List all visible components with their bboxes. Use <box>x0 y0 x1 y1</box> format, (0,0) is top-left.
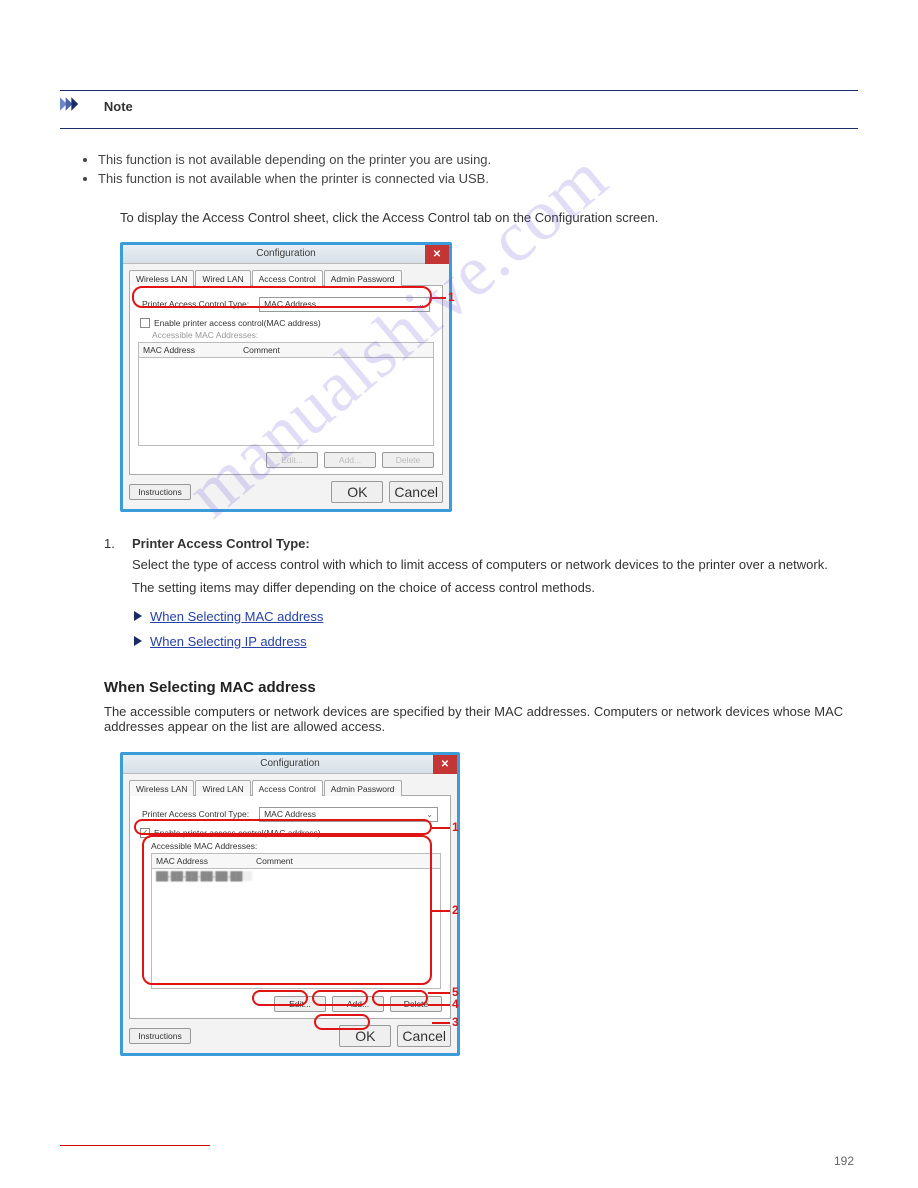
add-button[interactable]: Add... <box>324 452 376 468</box>
list-item[interactable]: ██-██-██-██-██-██ <box>156 871 252 881</box>
annotation-line-4 <box>428 1004 450 1006</box>
note-heading-bar: Note <box>60 90 858 129</box>
annotation-number-2: 2 <box>452 903 459 917</box>
type-value: MAC Address <box>264 809 316 819</box>
item-1-title: Printer Access Control Type: <box>132 536 310 551</box>
col-mac: MAC Address <box>156 856 256 866</box>
arrow-icon <box>134 636 142 646</box>
col-mac: MAC Address <box>143 345 243 355</box>
enable-checkbox[interactable] <box>140 318 150 328</box>
instructions-button[interactable]: Instructions <box>129 484 191 500</box>
annotation-line-2 <box>432 910 450 912</box>
item-1-desc: Select the type of access control with w… <box>132 557 858 572</box>
tab-access-control[interactable]: Access Control <box>252 270 323 286</box>
address-list[interactable]: ██-██-██-██-██-██ <box>151 869 441 989</box>
enable-label: Enable printer access control(MAC addres… <box>154 318 321 328</box>
delete-button[interactable]: Delete <box>382 452 434 468</box>
window-title: Configuration <box>260 758 319 769</box>
annotation-number-4: 4 <box>452 997 459 1011</box>
type-value: MAC Address <box>264 299 316 309</box>
tabs: Wireless LAN Wired LAN Access Control Ad… <box>129 270 443 286</box>
screenshot-access-control-1: Configuration ✕ Wireless LAN Wired LAN A… <box>120 242 452 512</box>
ok-button[interactable]: OK <box>331 481 383 503</box>
close-icon[interactable]: ✕ <box>433 755 457 774</box>
instructions-button[interactable]: Instructions <box>129 1028 191 1044</box>
window-titlebar: Configuration ✕ <box>123 755 457 774</box>
link-ip-address[interactable]: When Selecting IP address <box>150 634 307 649</box>
note-list: This function is not available depending… <box>60 142 858 186</box>
accessible-label: Accessible MAC Addresses: <box>138 328 434 342</box>
item-1-number: 1. <box>104 536 122 551</box>
chevrons-icon <box>60 97 94 111</box>
annotation-number-1: 1 <box>452 820 459 834</box>
section-sub-mac: The accessible computers or network devi… <box>104 704 858 734</box>
add-button[interactable]: Add... <box>332 996 384 1012</box>
cancel-button[interactable]: Cancel <box>389 481 443 503</box>
ok-button[interactable]: OK <box>339 1025 391 1047</box>
tab-admin-password[interactable]: Admin Password <box>324 780 402 796</box>
annotation-number-3: 3 <box>452 1015 459 1029</box>
arrow-icon <box>134 611 142 621</box>
type-label: Printer Access Control Type: <box>142 299 249 309</box>
page-number: 192 <box>834 1154 854 1168</box>
annotation-line-1 <box>432 297 446 299</box>
note-item: This function is not available depending… <box>98 152 858 167</box>
window-titlebar: Configuration ✕ <box>123 245 449 264</box>
enable-label: Enable printer access control(MAC addres… <box>154 828 321 838</box>
annotation-line-1 <box>432 827 450 829</box>
enable-checkbox[interactable]: ✓ <box>140 828 150 838</box>
type-combobox[interactable]: MAC Address ⌄ <box>259 807 438 822</box>
chevron-down-icon: ⌄ <box>418 300 425 309</box>
close-icon[interactable]: ✕ <box>425 245 449 264</box>
tab-wireless-lan[interactable]: Wireless LAN <box>129 780 194 796</box>
link-mac-address[interactable]: When Selecting MAC address <box>150 609 323 624</box>
accessible-label: Accessible MAC Addresses: <box>151 841 441 853</box>
intro-text: To display the Access Control sheet, cli… <box>120 208 760 228</box>
annotation-line-3 <box>432 1022 450 1024</box>
tab-admin-password[interactable]: Admin Password <box>324 270 402 286</box>
chevron-down-icon: ⌄ <box>426 810 433 819</box>
tab-wired-lan[interactable]: Wired LAN <box>195 780 250 796</box>
col-comment: Comment <box>243 345 280 355</box>
type-label: Printer Access Control Type: <box>142 809 249 819</box>
address-list[interactable] <box>138 358 434 446</box>
sublinks: When Selecting MAC address When Selectin… <box>134 609 858 649</box>
list-header: MAC Address Comment <box>151 853 441 869</box>
footer-red-line <box>60 1145 210 1146</box>
note-label: Note <box>104 99 133 114</box>
tab-wired-lan[interactable]: Wired LAN <box>195 270 250 286</box>
annotation-line-5 <box>428 992 450 994</box>
note-item: This function is not available when the … <box>98 171 858 186</box>
edit-button[interactable]: Edit... <box>266 452 318 468</box>
tab-access-control[interactable]: Access Control <box>252 780 323 796</box>
tabs: Wireless LAN Wired LAN Access Control Ad… <box>129 780 451 796</box>
list-header: MAC Address Comment <box>138 342 434 358</box>
window-title: Configuration <box>256 248 315 259</box>
cancel-button[interactable]: Cancel <box>397 1025 451 1047</box>
edit-button[interactable]: Edit... <box>274 996 326 1012</box>
annotation-number-5: 5 <box>452 985 459 999</box>
item-1: 1. Printer Access Control Type: Select t… <box>104 536 858 595</box>
col-comment: Comment <box>256 856 293 866</box>
annotation-number-1: 1 <box>448 290 455 304</box>
screenshot-access-control-2: Configuration ✕ Wireless LAN Wired LAN A… <box>120 752 460 1056</box>
item-1-desc2: The setting items may differ depending o… <box>132 580 858 595</box>
tab-wireless-lan[interactable]: Wireless LAN <box>129 270 194 286</box>
type-combobox[interactable]: MAC Address ⌄ <box>259 297 430 312</box>
section-heading-mac: When Selecting MAC address <box>104 679 858 696</box>
